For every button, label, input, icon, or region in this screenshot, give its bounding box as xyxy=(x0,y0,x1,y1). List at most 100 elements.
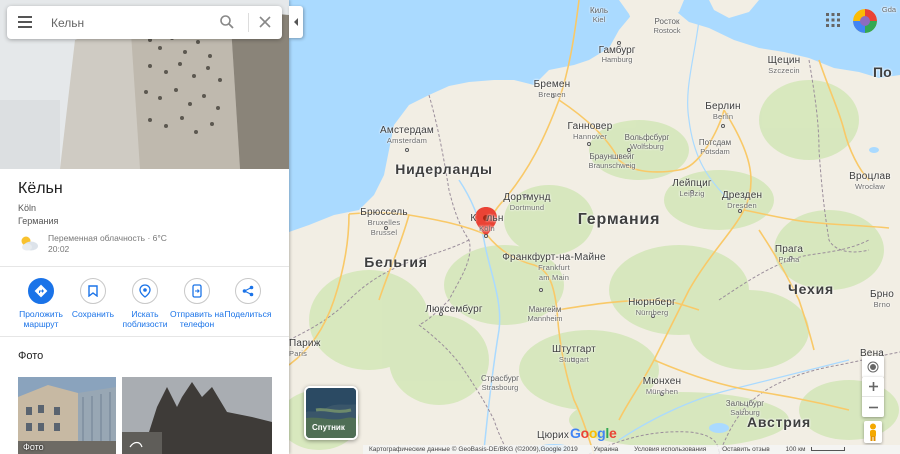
attribution-text: Картографические данные © GeoBasis-DE/BK… xyxy=(369,446,578,453)
weather-text: Переменная облачность · 6°C xyxy=(48,233,167,243)
city-label-hamburg[interactable]: Гамбург Hamburg xyxy=(579,46,655,65)
divider xyxy=(0,336,289,337)
country-label-germany: Германия xyxy=(577,211,661,228)
photos-heading: Фото xyxy=(18,350,44,362)
city-label-stuttgart[interactable]: Штутгарт Stuttgart xyxy=(544,345,604,365)
partly-cloudy-icon xyxy=(21,236,38,251)
city-dot xyxy=(405,148,409,152)
share-icon xyxy=(235,278,261,304)
city-label-amsterdam[interactable]: Амстердам Amsterdam xyxy=(369,126,445,146)
satellite-thumbnail xyxy=(306,388,356,438)
city-label-wolfsburg[interactable]: Вольфсбург Wolfsburg xyxy=(619,133,675,151)
terms-link[interactable]: Условия использования xyxy=(634,446,706,453)
my-location-icon xyxy=(867,361,879,373)
nearby-icon xyxy=(132,278,158,304)
photo-cathedral-image xyxy=(122,377,272,454)
pegman-icon xyxy=(870,423,876,441)
share-label: Поделиться xyxy=(224,309,272,319)
city-label-rostock[interactable]: Росток Rostock xyxy=(645,17,689,35)
city-label-wroclaw[interactable]: Вроцлав Wrocław xyxy=(843,172,897,192)
account-avatar[interactable] xyxy=(853,9,877,33)
photo-thumbnail[interactable]: Фото xyxy=(18,377,116,454)
country-label-netherlands: Нидерланды xyxy=(395,161,493,177)
country-label-belgium: Бельгия xyxy=(364,254,428,270)
place-native-name: Köln xyxy=(18,203,37,213)
send-to-phone-button[interactable]: Отправить на телефон xyxy=(169,278,225,329)
menu-icon[interactable] xyxy=(18,16,32,28)
directions-icon xyxy=(28,278,54,304)
city-label-nuremberg[interactable]: Нюрнберг Nürnberg xyxy=(619,298,685,318)
minus-icon xyxy=(868,406,878,408)
city-dot xyxy=(721,124,725,128)
search-box xyxy=(7,6,282,39)
bookmark-icon xyxy=(80,278,106,304)
close-icon[interactable] xyxy=(257,14,273,30)
zoom-in-button[interactable] xyxy=(862,377,884,397)
satellite-toggle[interactable]: Спутник xyxy=(304,386,358,440)
photo-caption: Фото xyxy=(23,442,44,452)
city-label-zurich[interactable]: Цюрих xyxy=(533,431,573,441)
collapse-panel-button[interactable] xyxy=(289,6,303,38)
feedback-link[interactable]: Оставить отзыв xyxy=(722,446,770,453)
search-divider xyxy=(248,13,249,32)
city-label-munich[interactable]: Мюнхен München xyxy=(629,377,695,397)
place-hero-image[interactable] xyxy=(0,0,289,169)
country-label-czech: Чехия xyxy=(788,281,834,297)
scale-label: 100 км xyxy=(785,446,806,453)
city-label-brno[interactable]: Брно Brno xyxy=(864,290,900,310)
share-button[interactable]: Поделиться xyxy=(220,278,276,319)
city-label-bremen[interactable]: Бремен Bremen xyxy=(519,80,585,100)
weather-time: 20:02 xyxy=(48,244,70,254)
city-label-paris[interactable]: Париж Paris xyxy=(289,339,320,359)
city-label-gdansk[interactable]: Gda xyxy=(879,5,899,14)
country-label-austria: Австрия xyxy=(747,414,811,430)
city-label-mannheim[interactable]: Мангейм Mannheim xyxy=(523,305,567,323)
divider xyxy=(0,266,289,267)
city-label-dresden[interactable]: Дрезден Dresden xyxy=(714,191,770,211)
city-label-prague[interactable]: Прага Praha xyxy=(767,245,811,265)
chevron-left-icon xyxy=(294,18,298,26)
city-dot xyxy=(484,234,488,238)
city-label-kiel[interactable]: Киль Kiel xyxy=(581,6,617,24)
plus-icon xyxy=(868,382,878,391)
save-label: Сохранить xyxy=(71,309,115,319)
city-label-frankfurt[interactable]: Франкфурт-на-Майне Frankfurt am Main xyxy=(499,253,609,283)
city-label-strasbourg[interactable]: Страсбург Strasbourg xyxy=(475,374,525,392)
place-panel: Кёльн Köln Германия Переменная облачност… xyxy=(0,0,289,454)
scale-bar xyxy=(811,447,846,452)
place-title: Кёльн xyxy=(18,180,63,197)
maps-window: Гамбург Hamburg Киль Kiel Росток Rostock Ще… xyxy=(0,0,900,454)
city-label-leipzig[interactable]: Лейпциг Leipzig xyxy=(667,179,717,199)
zoom-out-button[interactable] xyxy=(862,397,884,417)
city-label-luxembourg[interactable]: Люксембург xyxy=(414,305,494,315)
street-view-pegman[interactable] xyxy=(864,421,882,443)
my-location-button[interactable] xyxy=(862,356,884,378)
directions-button[interactable]: Проложить маршрут xyxy=(13,278,69,329)
city-label-brussels[interactable]: Брюссель Bruxelles Brussel xyxy=(349,208,419,238)
save-button[interactable]: Сохранить xyxy=(65,278,121,319)
google-logo: Google xyxy=(570,425,617,441)
avatar-icon xyxy=(853,9,877,33)
city-label-berlin[interactable]: Берлин Berlin xyxy=(697,102,749,122)
city-label-potsdam[interactable]: Потсдам Potsdam xyxy=(689,138,741,156)
map-canvas[interactable]: Гамбург Hamburg Киль Kiel Росток Rostock Ще… xyxy=(289,0,900,454)
map-footer: Картографические данные © GeoBasis-DE/BK… xyxy=(363,445,900,454)
place-country: Германия xyxy=(18,216,59,226)
photo-thumbnail[interactable] xyxy=(122,377,272,454)
city-label-cologne[interactable]: Кльн Köln xyxy=(469,214,505,234)
send-to-phone-label: Отправить на телефон xyxy=(170,309,224,329)
city-label-hannover[interactable]: Ганновер Hannover xyxy=(557,122,623,142)
city-label-szczecin[interactable]: Щецин Szczecin xyxy=(759,56,809,76)
city-label-dortmund[interactable]: Дортмунд Dortmund xyxy=(499,193,555,213)
search-input[interactable] xyxy=(51,14,211,31)
nearby-label: Искать поблизости xyxy=(122,309,168,329)
region-link[interactable]: Украина xyxy=(594,446,619,453)
country-label-poland-partial: По xyxy=(873,64,892,80)
satellite-label: Спутник xyxy=(312,423,345,432)
google-apps-icon[interactable] xyxy=(826,13,840,27)
search-icon[interactable] xyxy=(219,14,235,30)
city-dot xyxy=(539,288,543,292)
nearby-button[interactable]: Искать поблизости xyxy=(117,278,173,329)
send-to-phone-icon xyxy=(184,278,210,304)
city-label-braunschweig[interactable]: Брауншвейг Braunschweig xyxy=(579,152,645,170)
